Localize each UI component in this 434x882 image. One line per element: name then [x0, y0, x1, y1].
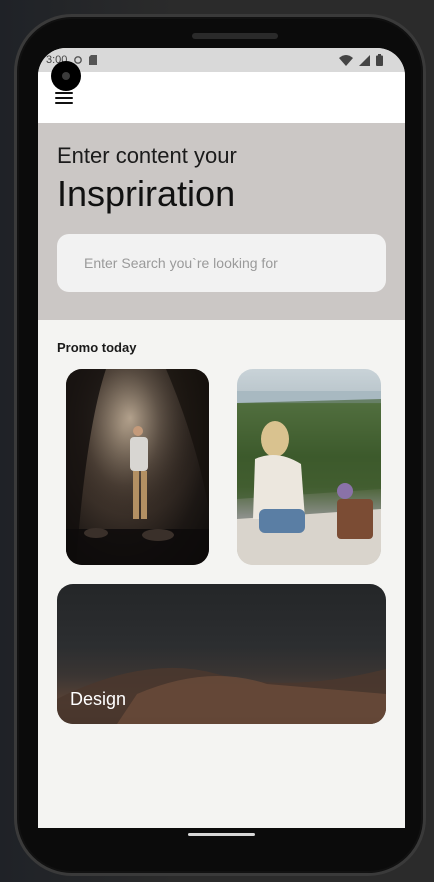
lake-photo [237, 391, 381, 565]
sd-card-icon [89, 55, 98, 65]
gesture-nav-handle[interactable] [188, 833, 255, 836]
hero-section: Enter content your Inspriration [38, 123, 405, 320]
battery-icon [376, 54, 383, 66]
wifi-icon [339, 54, 353, 66]
promo-card-lake[interactable] [237, 369, 381, 565]
hamburger-menu-icon[interactable] [55, 92, 73, 106]
promo-section-title: Promo today [57, 340, 137, 355]
banner-label: Design [70, 689, 127, 709]
app-bar [38, 72, 405, 123]
phone-screen: 3:00 Enter content your Inspriration Pro… [38, 48, 405, 828]
status-bar: 3:00 [38, 48, 405, 72]
signal-icon [359, 54, 370, 66]
front-camera [51, 61, 81, 91]
search-input[interactable] [57, 234, 386, 292]
hero-subtitle: Enter content your [57, 143, 237, 168]
promo-banner-design[interactable]: Design [57, 584, 386, 724]
phone-speaker [192, 33, 278, 39]
cave-photo [66, 369, 209, 565]
hero-title: Inspriration [57, 173, 236, 214]
promo-card-cave[interactable] [66, 369, 209, 565]
